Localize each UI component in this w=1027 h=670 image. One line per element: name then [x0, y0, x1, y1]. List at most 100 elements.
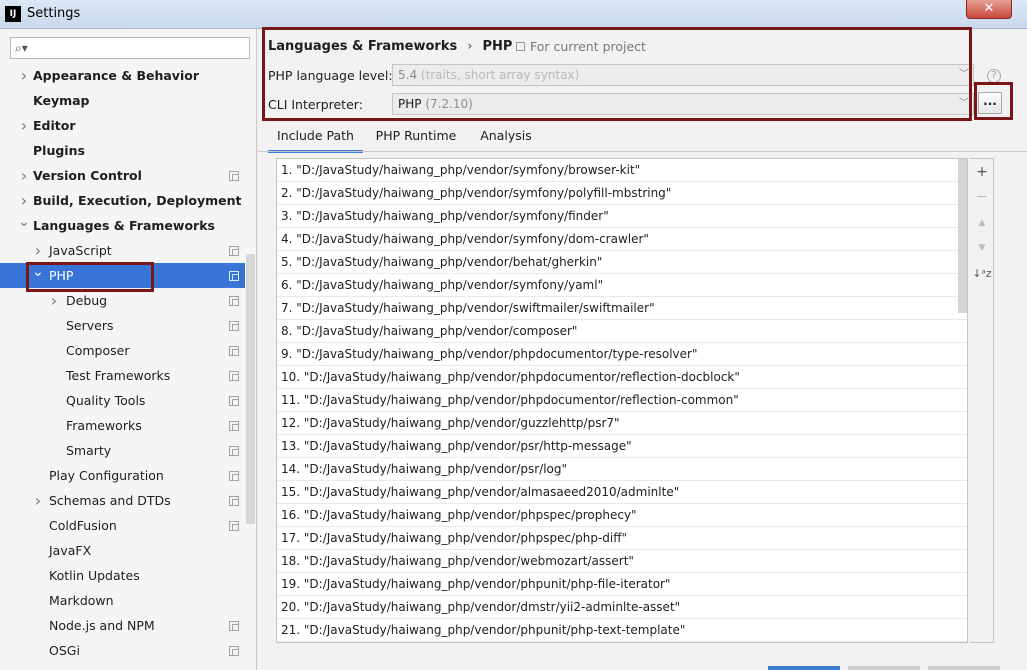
intellij-app-icon: IJ: [5, 6, 21, 22]
sidebar-item-build-execution-deployment[interactable]: › Build, Execution, Deployment: [0, 188, 245, 213]
sidebar-item-servers[interactable]: Servers: [0, 313, 245, 338]
tab-analysis[interactable]: Analysis: [471, 123, 541, 153]
sidebar-item-label: Version Control: [33, 168, 142, 183]
sidebar-item-schemas-and-dtds[interactable]: › Schemas and DTDs: [0, 488, 245, 513]
sidebar-item-keymap[interactable]: Keymap: [0, 88, 245, 113]
sidebar-item-kotlin-updates[interactable]: Kotlin Updates: [0, 563, 245, 588]
list-item[interactable]: 15. "D:/JavaStudy/haiwang_php/vendor/alm…: [277, 481, 967, 504]
sidebar-item-appearance-behavior[interactable]: › Appearance & Behavior: [0, 63, 245, 88]
list-item[interactable]: 20. "D:/JavaStudy/haiwang_php/vendor/dms…: [277, 596, 967, 619]
chevron-down-icon[interactable]: ⌄: [18, 213, 30, 238]
list-item[interactable]: 2. "D:/JavaStudy/haiwang_php/vendor/symf…: [277, 182, 967, 205]
sidebar-item-smarty[interactable]: Smarty: [0, 438, 245, 463]
project-scope-icon: [229, 321, 239, 331]
window-title-bar: IJ Settings ✕: [0, 0, 1027, 29]
add-path-button[interactable]: +: [970, 160, 994, 184]
tab-php-runtime[interactable]: PHP Runtime: [371, 123, 461, 153]
window-title: Settings: [27, 6, 81, 21]
settings-content: Languages & Frameworks › PHP For current p…: [258, 29, 1027, 670]
settings-tree: › Appearance & Behavior Keymap › Editor Plugi…: [0, 63, 245, 663]
remove-path-button[interactable]: −: [970, 185, 994, 209]
sidebar-item-coldfusion[interactable]: ColdFusion: [0, 513, 245, 538]
chevron-right-icon[interactable]: ›: [32, 488, 44, 513]
project-scope-icon: [229, 371, 239, 381]
settings-search[interactable]: ⌕▾: [10, 37, 250, 59]
sidebar-item-frameworks[interactable]: Frameworks: [0, 413, 245, 438]
list-item[interactable]: 11. "D:/JavaStudy/haiwang_php/vendor/php…: [277, 389, 967, 412]
project-scope-icon: [229, 346, 239, 356]
sort-button[interactable]: ↓ᵃz: [970, 262, 994, 286]
sidebar-item-languages-frameworks[interactable]: ⌄ Languages & Frameworks: [0, 213, 245, 238]
interpreter-button-highlight-box: [974, 82, 1013, 120]
sidebar-item-plugins[interactable]: Plugins: [0, 138, 245, 163]
list-item[interactable]: 12. "D:/JavaStudy/haiwang_php/vendor/guz…: [277, 412, 967, 435]
sidebar-item-label: JavaFX: [49, 543, 92, 558]
apply-button-edge[interactable]: [928, 666, 1000, 670]
sidebar-scrollbar[interactable]: [246, 254, 255, 524]
cancel-button-edge[interactable]: [848, 666, 920, 670]
close-window-button[interactable]: ✕: [966, 0, 1012, 19]
chevron-right-icon[interactable]: ›: [32, 238, 44, 263]
list-item[interactable]: 13. "D:/JavaStudy/haiwang_php/vendor/psr…: [277, 435, 967, 458]
sidebar-item-label: Keymap: [33, 93, 90, 108]
project-scope-icon: [229, 446, 239, 456]
sidebar-item-test-frameworks[interactable]: Test Frameworks: [0, 363, 245, 388]
list-item[interactable]: 8. "D:/JavaStudy/haiwang_php/vendor/comp…: [277, 320, 967, 343]
sidebar-item-label: Node.js and NPM: [49, 618, 155, 633]
chevron-right-icon[interactable]: ›: [18, 163, 30, 188]
sidebar-item-label: Frameworks: [66, 418, 142, 433]
include-path-toolbar: + − ▲ ▼ ↓ᵃz: [970, 158, 994, 643]
sidebar-item-editor[interactable]: › Editor: [0, 113, 245, 138]
list-item[interactable]: 16. "D:/JavaStudy/haiwang_php/vendor/php…: [277, 504, 967, 527]
arrow-down-icon: ▼: [978, 243, 986, 253]
chevron-right-icon[interactable]: ›: [18, 63, 30, 88]
project-scope-icon: [229, 471, 239, 481]
sidebar-item-play-configuration[interactable]: Play Configuration: [0, 463, 245, 488]
sidebar-item-label: Composer: [66, 343, 130, 358]
sidebar-item-label: Plugins: [33, 143, 85, 158]
list-item[interactable]: 21. "D:/JavaStudy/haiwang_php/vendor/php…: [277, 619, 967, 642]
sidebar-item-label: Languages & Frameworks: [33, 218, 215, 233]
sidebar-item-quality-tools[interactable]: Quality Tools: [0, 388, 245, 413]
list-item[interactable]: 9. "D:/JavaStudy/haiwang_php/vendor/phpd…: [277, 343, 967, 366]
list-item[interactable]: 5. "D:/JavaStudy/haiwang_php/vendor/beha…: [277, 251, 967, 274]
sidebar-item-node-js-and-npm[interactable]: Node.js and NPM: [0, 613, 245, 638]
tab-divider: [258, 151, 1027, 152]
include-path-list[interactable]: 1. "D:/JavaStudy/haiwang_php/vendor/symf…: [276, 158, 968, 643]
sidebar-item-javafx[interactable]: JavaFX: [0, 538, 245, 563]
include-path-scrollbar[interactable]: [958, 159, 967, 313]
sidebar-item-label: JavaScript: [49, 243, 112, 258]
search-input[interactable]: [33, 39, 245, 57]
sidebar-item-javascript[interactable]: › JavaScript: [0, 238, 245, 263]
sidebar-item-osgi[interactable]: OSGi: [0, 638, 245, 663]
bottom-buttons-edge: [768, 666, 1027, 670]
sidebar-item-composer[interactable]: Composer: [0, 338, 245, 363]
list-item[interactable]: 17. "D:/JavaStudy/haiwang_php/vendor/php…: [277, 527, 967, 550]
list-item[interactable]: 6. "D:/JavaStudy/haiwang_php/vendor/symf…: [277, 274, 967, 297]
sidebar-item-label: Test Frameworks: [66, 368, 171, 383]
settings-sidebar: ⌕▾ › Appearance & Behavior Keymap › Editor Pl…: [0, 29, 257, 670]
sidebar-item-label: Quality Tools: [66, 393, 146, 408]
sidebar-item-markdown[interactable]: Markdown: [0, 588, 245, 613]
sidebar-item-label: Smarty: [66, 443, 112, 458]
list-item[interactable]: 19. "D:/JavaStudy/haiwang_php/vendor/php…: [277, 573, 967, 596]
ok-button-edge[interactable]: [768, 666, 840, 670]
sidebar-item-version-control[interactable]: › Version Control: [0, 163, 245, 188]
project-scope-icon: [229, 271, 239, 281]
list-item[interactable]: 10. "D:/JavaStudy/haiwang_php/vendor/php…: [277, 366, 967, 389]
move-up-button[interactable]: ▲: [970, 211, 994, 235]
project-scope-icon: [229, 246, 239, 256]
chevron-right-icon[interactable]: ›: [18, 188, 30, 213]
sidebar-item-label: Schemas and DTDs: [49, 493, 171, 508]
tab-include-path[interactable]: Include Path: [268, 123, 363, 153]
list-item[interactable]: 4. "D:/JavaStudy/haiwang_php/vendor/symf…: [277, 228, 967, 251]
move-down-button[interactable]: ▼: [970, 236, 994, 260]
list-item[interactable]: 14. "D:/JavaStudy/haiwang_php/vendor/psr…: [277, 458, 967, 481]
list-item[interactable]: 7. "D:/JavaStudy/haiwang_php/vendor/swif…: [277, 297, 967, 320]
help-icon[interactable]: ?: [987, 69, 1001, 83]
list-item[interactable]: 3. "D:/JavaStudy/haiwang_php/vendor/symf…: [277, 205, 967, 228]
chevron-right-icon[interactable]: ›: [18, 113, 30, 138]
list-item[interactable]: 1. "D:/JavaStudy/haiwang_php/vendor/symf…: [277, 159, 967, 182]
list-item[interactable]: 18. "D:/JavaStudy/haiwang_php/vendor/web…: [277, 550, 967, 573]
project-scope-icon: [229, 621, 239, 631]
